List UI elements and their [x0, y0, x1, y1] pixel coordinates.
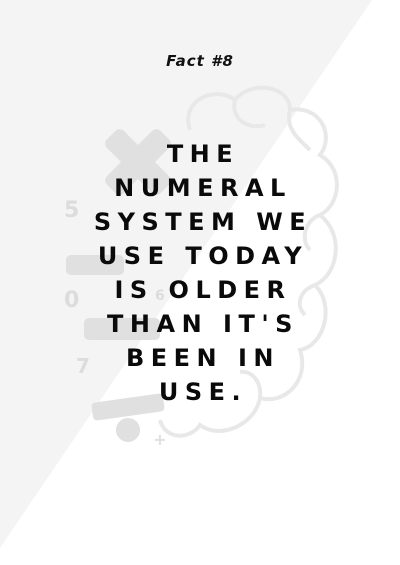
headline-line: THAN IT'S [107, 310, 299, 338]
headline-line: SYSTEM WE [93, 208, 313, 236]
plus-small-icon: + [153, 430, 166, 449]
fact-label: Fact #8 [166, 52, 234, 70]
headline-line: THE [166, 140, 240, 168]
headline-line: NUMERAL [114, 174, 292, 202]
headline-line: USE. [158, 378, 248, 406]
headline-line: USE TODAY [97, 242, 309, 270]
headline-line: IS OLDER [114, 276, 292, 304]
headline-line: BEEN IN [125, 344, 281, 372]
headline: THE NUMERAL SYSTEM WE USE TODAY IS OLDER… [0, 137, 400, 409]
